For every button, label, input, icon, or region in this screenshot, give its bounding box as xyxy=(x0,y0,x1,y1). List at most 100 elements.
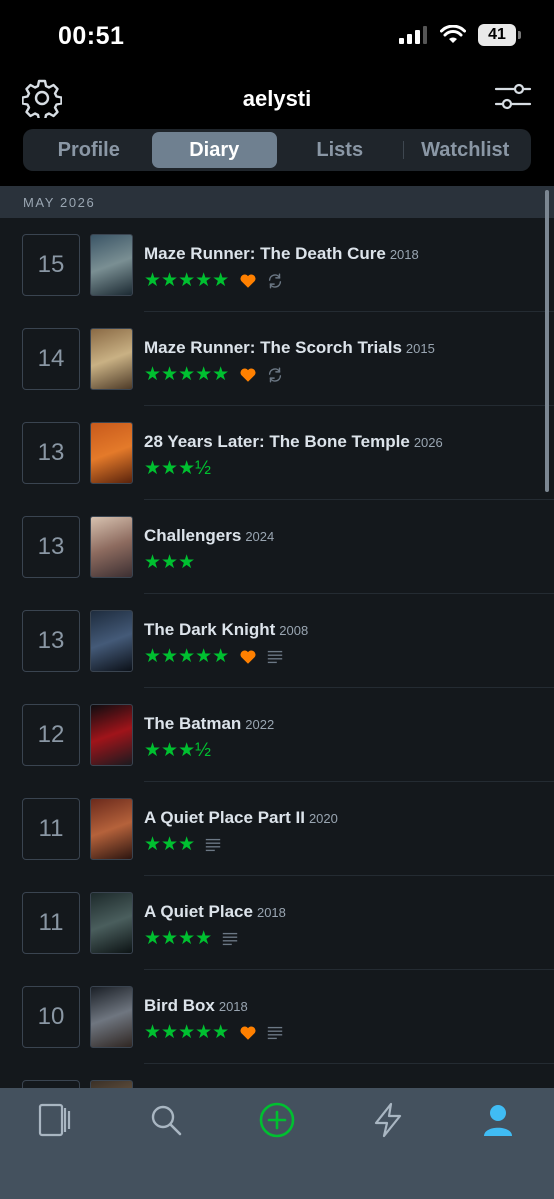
film-title: The Dark Knight xyxy=(144,620,276,639)
diary-entry[interactable]: 13 The Dark Knight 2008 ★★★★★ xyxy=(0,594,554,688)
film-year: 2020 xyxy=(308,811,338,826)
rating-stars: ★★★ xyxy=(144,834,196,855)
rewatch-icon xyxy=(269,367,282,383)
entry-meta: ★★★½ xyxy=(144,459,211,479)
scrollbar[interactable] xyxy=(545,190,549,492)
entry-title-line: Bird Box 2018 xyxy=(144,996,248,1016)
tab-activity[interactable] xyxy=(358,1100,418,1140)
entry-meta: ★★★ xyxy=(144,553,195,573)
diary-entry[interactable]: 10 Bird Box 2018 ★★★★★ xyxy=(0,970,554,1064)
film-title: Bird Box xyxy=(144,996,215,1015)
film-poster[interactable] xyxy=(90,704,133,766)
diary-entry[interactable]: 13 Challengers 2024 ★★★ xyxy=(0,500,554,594)
rating-stars: ★★★★ xyxy=(144,928,213,949)
film-year: 2008 xyxy=(279,623,309,638)
film-title: The Batman xyxy=(144,714,242,733)
entry-title-line: Challengers 2024 xyxy=(144,526,274,546)
heart-icon xyxy=(240,1026,256,1040)
entry-meta: ★★★★★ xyxy=(144,1023,284,1043)
entry-meta: ★★★★★ xyxy=(144,647,284,667)
film-poster[interactable] xyxy=(90,798,133,860)
film-poster[interactable] xyxy=(90,516,133,578)
diary-entry[interactable]: 14 Maze Runner: The Scorch Trials 2015 ★★★★… xyxy=(0,312,554,406)
entry-title-line: The Batman 2022 xyxy=(144,714,274,734)
film-poster[interactable] xyxy=(90,1080,133,1088)
search-icon xyxy=(151,1105,182,1136)
tab-diary[interactable]: Diary xyxy=(151,132,277,168)
films-icon xyxy=(38,1103,71,1137)
bottom-tab-bar xyxy=(0,1088,554,1199)
entry-day: 13 xyxy=(22,422,80,484)
review-icon xyxy=(222,932,238,946)
film-poster[interactable] xyxy=(90,892,133,954)
entry-meta: ★★★ xyxy=(144,835,222,855)
tab-lists[interactable]: Lists xyxy=(277,132,403,168)
rating-stars: ★★★★★ xyxy=(144,270,230,291)
rewatch-icon xyxy=(269,273,282,289)
film-title: Challengers xyxy=(144,526,242,545)
entry-day: 14 xyxy=(22,328,80,390)
status-icons: 41 xyxy=(398,24,521,46)
diary-entry[interactable]: 11 A Quiet Place Part II 2020 ★★★ xyxy=(0,782,554,876)
cellular-signal-icon xyxy=(399,26,427,44)
rating-stars: ★★★★★ xyxy=(144,364,230,385)
film-title: Maze Runner: The Death Cure xyxy=(144,244,386,263)
film-poster[interactable] xyxy=(90,986,133,1048)
review-icon xyxy=(205,838,221,852)
entry-day: 13 xyxy=(22,516,80,578)
diary-entry[interactable]: 11 A Quiet Place 2018 ★★★★ xyxy=(0,876,554,970)
tab-add[interactable] xyxy=(247,1100,307,1140)
rating-stars: ★★★ xyxy=(144,552,196,573)
tab-watchlist[interactable]: Watchlist xyxy=(402,132,529,168)
sliders-icon xyxy=(494,83,532,110)
tab-profile[interactable]: Profile xyxy=(26,132,152,168)
entry-meta: ★★★★★ xyxy=(144,365,284,385)
film-title: 28 Years Later: The Bone Temple xyxy=(144,432,410,451)
tab-profile-nav[interactable] xyxy=(468,1100,528,1140)
film-poster[interactable] xyxy=(90,328,133,390)
film-year: 2022 xyxy=(245,717,275,732)
activity-icon xyxy=(374,1102,402,1138)
username-title: aelysti xyxy=(242,86,312,111)
diary-list[interactable]: 15 Maze Runner: The Death Cure 2018 ★★★★★ 14… xyxy=(0,218,554,1088)
filter-button[interactable] xyxy=(494,80,532,114)
battery-icon: 41 xyxy=(478,24,521,46)
review-icon xyxy=(267,1026,283,1040)
profile-icon xyxy=(484,1105,512,1136)
entry-meta: ★★★★ xyxy=(144,929,239,949)
tab-search[interactable] xyxy=(136,1100,196,1140)
tab-films[interactable] xyxy=(25,1100,85,1140)
rating-stars: ★★★½ xyxy=(144,740,211,761)
add-icon xyxy=(259,1102,295,1138)
entry-meta: ★★★½ xyxy=(144,741,211,761)
film-year: 2024 xyxy=(245,529,275,544)
entry-title-line: A Quiet Place 2018 xyxy=(144,902,286,922)
diary-entry[interactable]: 13 28 Years Later: The Bone Temple 2026 ★★★… xyxy=(0,406,554,500)
film-title: Maze Runner: The Scorch Trials xyxy=(144,338,402,357)
rating-stars: ★★★½ xyxy=(144,458,211,479)
film-title: A Quiet Place xyxy=(144,902,253,921)
diary-entry[interactable]: 15 Maze Runner: The Death Cure 2018 ★★★★★ xyxy=(0,218,554,312)
entry-meta: ★★★★★ xyxy=(144,271,284,291)
tab-divider xyxy=(402,141,404,159)
header: aelysti Profile Diary Lists Watchlist xyxy=(0,72,554,186)
heart-icon xyxy=(240,650,256,664)
film-poster[interactable] xyxy=(90,234,133,296)
month-label: MAY 2026 xyxy=(23,195,96,210)
film-year: 2018 xyxy=(389,247,419,262)
entry-day: 12 xyxy=(22,704,80,766)
film-title: A Quiet Place Part II xyxy=(144,808,305,827)
film-year: 2018 xyxy=(218,999,248,1014)
diary-entry[interactable]: 12 The Batman 2022 ★★★½ xyxy=(0,688,554,782)
film-year: 2015 xyxy=(405,341,435,356)
heart-icon xyxy=(240,368,256,382)
entry-day: 11 xyxy=(22,892,80,954)
diary-entry[interactable] xyxy=(0,1064,554,1088)
entry-day: 11 xyxy=(22,798,80,860)
film-poster[interactable] xyxy=(90,422,133,484)
status-bar: 00:51 41 xyxy=(0,0,554,72)
heart-icon xyxy=(240,274,256,288)
entry-title-line: Maze Runner: The Death Cure 2018 xyxy=(144,244,419,264)
entry-title-line: A Quiet Place Part II 2020 xyxy=(144,808,338,828)
film-poster[interactable] xyxy=(90,610,133,672)
